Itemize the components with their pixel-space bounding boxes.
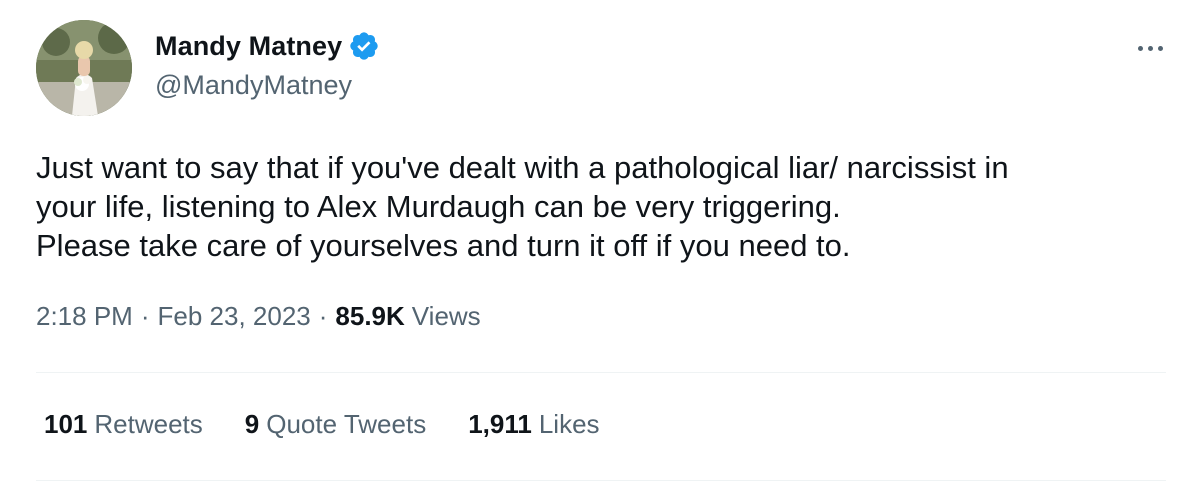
author-name-row: Mandy Matney xyxy=(155,30,380,62)
quote-tweets-count: 9 xyxy=(244,409,260,439)
quote-tweets-label: Quote Tweets xyxy=(266,409,427,439)
likes-count: 1,911 xyxy=(468,409,532,439)
author-handle[interactable]: @MandyMatney xyxy=(155,70,352,101)
more-options-button[interactable] xyxy=(1130,28,1170,68)
retweets-count: 101 xyxy=(44,409,88,439)
retweets-stat[interactable]: 101 Retweets xyxy=(44,409,203,440)
tweet-date[interactable]: Feb 23, 2023 xyxy=(158,301,311,332)
avatar[interactable] xyxy=(36,20,132,116)
meta-separator: · xyxy=(318,301,328,331)
retweets-label: Retweets xyxy=(94,409,203,439)
tweet-time[interactable]: 2:18 PM xyxy=(36,301,133,332)
divider xyxy=(36,372,1166,373)
tweet-meta: 2:18 PM · Feb 23, 2023 · 85.9K Views xyxy=(36,301,481,332)
views-count: 85.9K xyxy=(335,301,405,331)
more-horizontal-icon xyxy=(1137,45,1143,51)
display-name[interactable]: Mandy Matney xyxy=(155,31,342,62)
likes-stat[interactable]: 1,911 Likes xyxy=(468,409,599,440)
tweet-text: Just want to say that if you've dealt wi… xyxy=(36,150,1009,263)
meta-separator: · xyxy=(140,301,150,331)
divider xyxy=(36,480,1166,481)
verified-check-icon xyxy=(350,32,378,60)
views-label: Views xyxy=(411,301,481,331)
avatar-photo xyxy=(36,20,132,116)
quote-tweets-stat[interactable]: 9 Quote Tweets xyxy=(245,409,426,440)
likes-label: Likes xyxy=(538,409,600,439)
tweet-stats: 101 Retweets 9 Quote Tweets 1,911 Likes xyxy=(44,409,642,440)
